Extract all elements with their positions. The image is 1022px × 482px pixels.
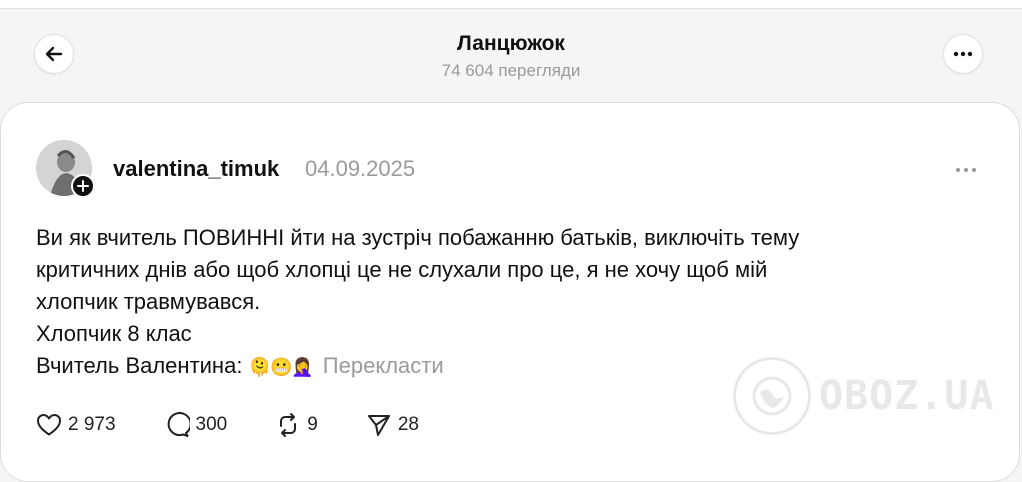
heart-icon bbox=[37, 414, 61, 436]
watermark-text: OBOZ.UA bbox=[819, 373, 995, 419]
more-dots-icon bbox=[956, 168, 976, 172]
post-line: Ви як вчитель ПОВИННІ йти на зустріч поб… bbox=[36, 225, 800, 250]
watermark-logo-icon bbox=[733, 357, 811, 435]
post-line: Хлопчик 8 клас bbox=[36, 321, 192, 346]
top-border bbox=[0, 0, 1022, 9]
translate-link[interactable]: Перекласти bbox=[323, 353, 444, 378]
action-bar: 2 973 300 9 28 bbox=[36, 410, 467, 440]
post-line: критичних днів або щоб хлопці це не слух… bbox=[36, 257, 768, 282]
more-options-button[interactable] bbox=[943, 34, 983, 74]
post-line-text: Вчитель Валентина: bbox=[36, 353, 249, 378]
more-dots-icon bbox=[953, 51, 973, 57]
share-icon bbox=[367, 415, 390, 436]
share-button[interactable]: 28 bbox=[366, 412, 419, 438]
follow-button[interactable] bbox=[71, 174, 95, 198]
repost-button[interactable]: 9 bbox=[275, 412, 318, 438]
emoji-group: 🫠😬🤦‍♀️ bbox=[248, 357, 314, 377]
comment-icon bbox=[167, 412, 190, 437]
like-count: 2 973 bbox=[68, 414, 116, 435]
watermark: OBOZ.UA bbox=[733, 356, 1003, 436]
share-count: 28 bbox=[397, 414, 419, 435]
comment-count: 300 bbox=[195, 414, 228, 435]
post-more-button[interactable] bbox=[950, 158, 982, 182]
post-date: 04.09.2025 bbox=[305, 156, 416, 181]
repost-icon bbox=[280, 413, 297, 437]
post-line: хлопчик травмувався. bbox=[36, 289, 261, 314]
repost-count: 9 bbox=[307, 414, 318, 435]
comment-button[interactable]: 300 bbox=[164, 412, 228, 438]
views-count: 74 604 перегляди bbox=[441, 61, 581, 80]
page-title: Ланцюжок bbox=[457, 32, 565, 55]
username[interactable]: valentina_timuk bbox=[113, 156, 279, 182]
like-button[interactable]: 2 973 bbox=[36, 413, 116, 437]
plus-icon bbox=[77, 180, 89, 192]
